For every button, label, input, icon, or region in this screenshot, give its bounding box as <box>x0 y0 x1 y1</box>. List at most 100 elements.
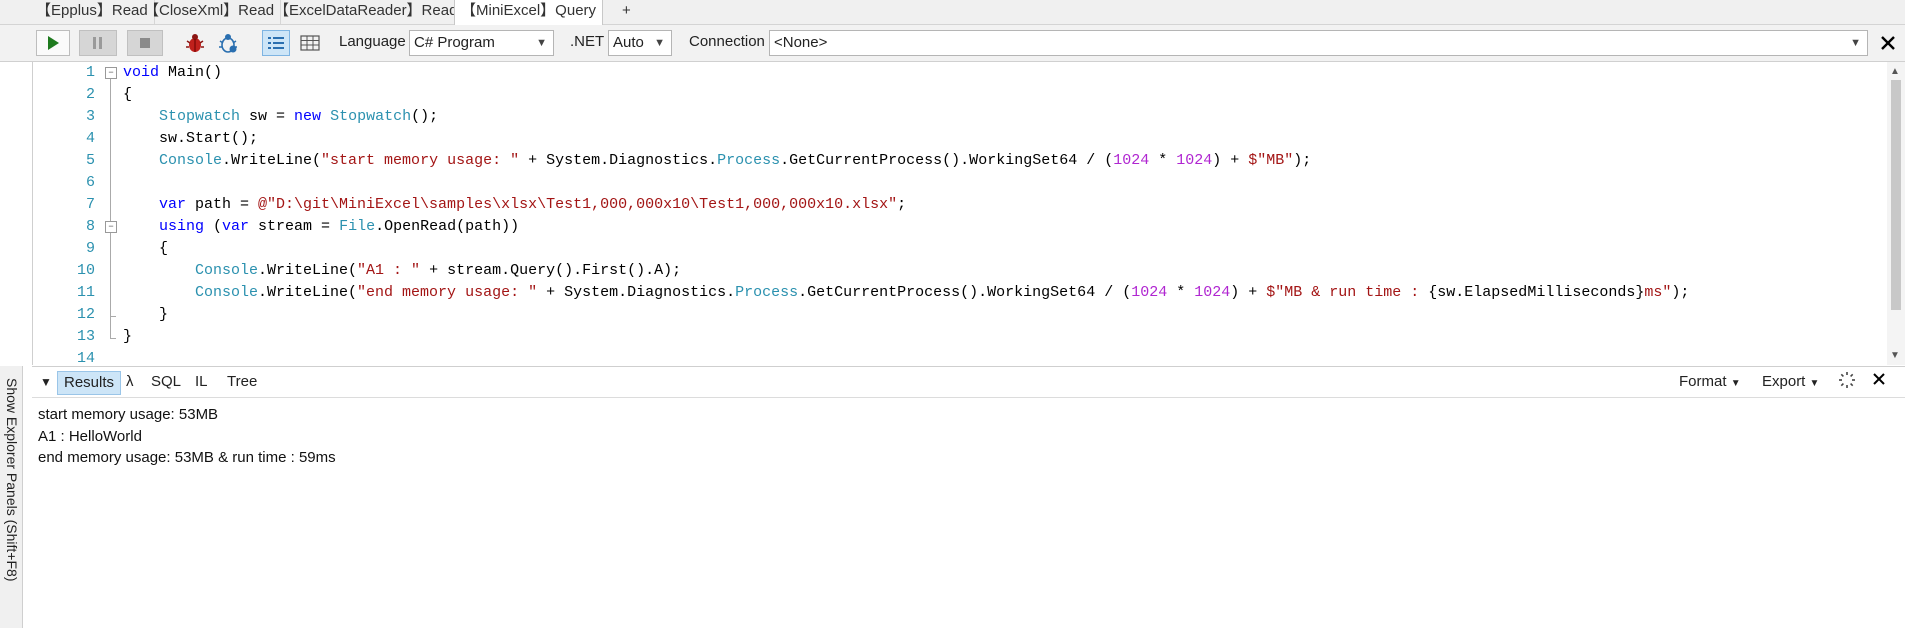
scroll-down-arrow-icon[interactable]: ▼ <box>1890 350 1900 361</box>
language-select[interactable]: C# Program ▼ <box>409 30 554 56</box>
results-options-button[interactable] <box>1832 371 1862 393</box>
line-number: 1 <box>85 64 95 81</box>
tab-closexml-read[interactable]: 【CloseXml】Read <box>138 0 282 24</box>
tab-sql[interactable]: SQL <box>145 371 187 393</box>
debug-options-button[interactable] <box>215 30 241 56</box>
code-token: path = <box>186 196 259 213</box>
close-query-button[interactable] <box>1876 30 1900 56</box>
string-token: ms" <box>1644 284 1672 301</box>
language-label: Language <box>339 33 406 50</box>
dotnet-select-value: Auto <box>613 34 644 51</box>
line-number: 7 <box>85 196 95 213</box>
code-text: void Main() { Stopwatch sw = new Stopwat… <box>123 62 1689 345</box>
keyword-token: using <box>159 218 205 235</box>
code-token: ); <box>1671 284 1690 301</box>
string-token: "A1 : " <box>357 262 421 279</box>
stop-icon <box>140 38 150 48</box>
results-output: start memory usage: 53MB A1 : HelloWorld… <box>38 404 336 469</box>
code-token: ( <box>204 218 223 235</box>
output-line: start memory usage: 53MB <box>38 406 219 423</box>
number-token: 1024 <box>1131 284 1168 301</box>
type-token: Console <box>195 262 259 279</box>
chevron-down-icon: ▼ <box>1730 378 1741 389</box>
code-token: (); <box>411 108 439 125</box>
stop-button[interactable] <box>127 30 163 56</box>
output-line: A1 : HelloWorld <box>38 427 142 445</box>
close-results-button[interactable] <box>1866 371 1892 393</box>
keyword-token: var <box>159 196 187 213</box>
code-token: + stream.Query().First().A); <box>420 262 682 279</box>
code-token: .GetCurrentProcess().WorkingSet64 / ( <box>798 284 1132 301</box>
code-token: ) + <box>1230 284 1267 301</box>
export-menu-button[interactable]: Export ▼ <box>1756 371 1825 393</box>
code-token: {sw.ElapsedMilliseconds} <box>1428 284 1645 301</box>
line-number: 11 <box>76 284 95 301</box>
results-to-rich-text-button[interactable] <box>262 30 290 56</box>
scroll-up-arrow-icon[interactable]: ▲ <box>1890 66 1900 77</box>
line-number: 9 <box>85 240 95 257</box>
type-token: Stopwatch <box>159 108 241 125</box>
line-number-gutter: 1 2 3 4 5 6 7 8 9 10 11 12 13 14 <box>33 62 95 367</box>
chevron-down-icon: ▼ <box>654 37 665 49</box>
tab-results[interactable]: Results <box>57 371 122 395</box>
code-token: ) + <box>1212 152 1249 169</box>
line-number: 3 <box>85 108 95 125</box>
code-line: var path = @"D:\git\MiniExcel\samples\xl… <box>159 194 906 216</box>
list-view-icon <box>268 37 284 49</box>
code-token: + System.Diagnostics. <box>537 284 736 301</box>
output-line: end memory usage: 53MB & run time : 59ms <box>38 449 336 466</box>
scrollbar-thumb[interactable] <box>1891 80 1901 310</box>
format-menu-button[interactable]: Format ▼ <box>1673 371 1747 393</box>
type-token: Console <box>159 152 223 169</box>
results-to-grid-button[interactable] <box>296 30 324 56</box>
code-token: .WriteLine( <box>258 284 358 301</box>
collapse-results-icon[interactable]: ▼ <box>34 371 58 393</box>
code-line: { <box>159 238 168 260</box>
code-token: + System.Diagnostics. <box>519 152 718 169</box>
chevron-down-icon: ▼ <box>1850 37 1861 49</box>
tab-lambda[interactable]: λ <box>120 371 140 393</box>
line-number: 4 <box>85 130 95 147</box>
code-token: stream = <box>249 218 340 235</box>
editor-vertical-scrollbar[interactable]: ▲ ▼ <box>1887 62 1905 365</box>
tab-tree[interactable]: Tree <box>221 371 263 393</box>
new-tab-button[interactable]: + <box>610 0 643 24</box>
code-token: * <box>1167 284 1195 301</box>
code-editor[interactable]: 1 2 3 4 5 6 7 8 9 10 11 12 13 14 − − voi… <box>32 62 1891 367</box>
debug-button[interactable] <box>182 30 208 56</box>
connection-select[interactable]: <None> ▼ <box>769 30 1868 56</box>
tab-il[interactable]: IL <box>189 371 214 393</box>
code-token: ; <box>897 196 907 213</box>
code-token: .OpenRead(path)) <box>375 218 520 235</box>
type-token: Process <box>735 284 799 301</box>
fold-guide-end <box>110 338 116 339</box>
code-token: .GetCurrentProcess().WorkingSet64 / ( <box>780 152 1114 169</box>
number-token: 1024 <box>1113 152 1150 169</box>
run-button[interactable] <box>36 30 70 56</box>
number-token: 1024 <box>1194 284 1231 301</box>
tab-epplus-read[interactable]: 【Epplus】Read <box>30 0 155 24</box>
tab-miniexcel-query[interactable]: 【MiniExcel】Query <box>454 0 604 25</box>
tab-exceldatareader-read[interactable]: 【ExcelDataReader】Read <box>268 0 465 24</box>
toolbar: Language C# Program ▼ .NET Auto ▼ Connec… <box>0 25 1905 62</box>
string-token: "end memory usage: " <box>357 284 538 301</box>
keyword-token: new <box>294 108 322 125</box>
fold-collapse-icon[interactable]: − <box>105 221 117 233</box>
code-token: { <box>159 240 169 257</box>
code-token: .WriteLine( <box>222 152 322 169</box>
chevron-down-icon: ▼ <box>536 37 547 49</box>
dotnet-select[interactable]: Auto ▼ <box>608 30 672 56</box>
close-icon <box>1873 373 1885 385</box>
pause-button[interactable] <box>79 30 117 56</box>
code-line: using (var stream = File.OpenRead(path)) <box>159 216 519 238</box>
export-label: Export <box>1762 373 1806 390</box>
string-token: "start memory usage: " <box>321 152 520 169</box>
fold-collapse-icon[interactable]: − <box>105 67 117 79</box>
spinner-settings-icon <box>1839 372 1855 388</box>
close-icon <box>1881 36 1895 50</box>
code-token: * <box>1149 152 1177 169</box>
show-explorer-panels-label[interactable]: Show Explorer Panels (Shift+F8) <box>2 378 20 598</box>
line-number: 2 <box>85 86 95 103</box>
code-token: ); <box>1293 152 1312 169</box>
code-line: Console.WriteLine("A1 : " + stream.Query… <box>195 260 681 282</box>
